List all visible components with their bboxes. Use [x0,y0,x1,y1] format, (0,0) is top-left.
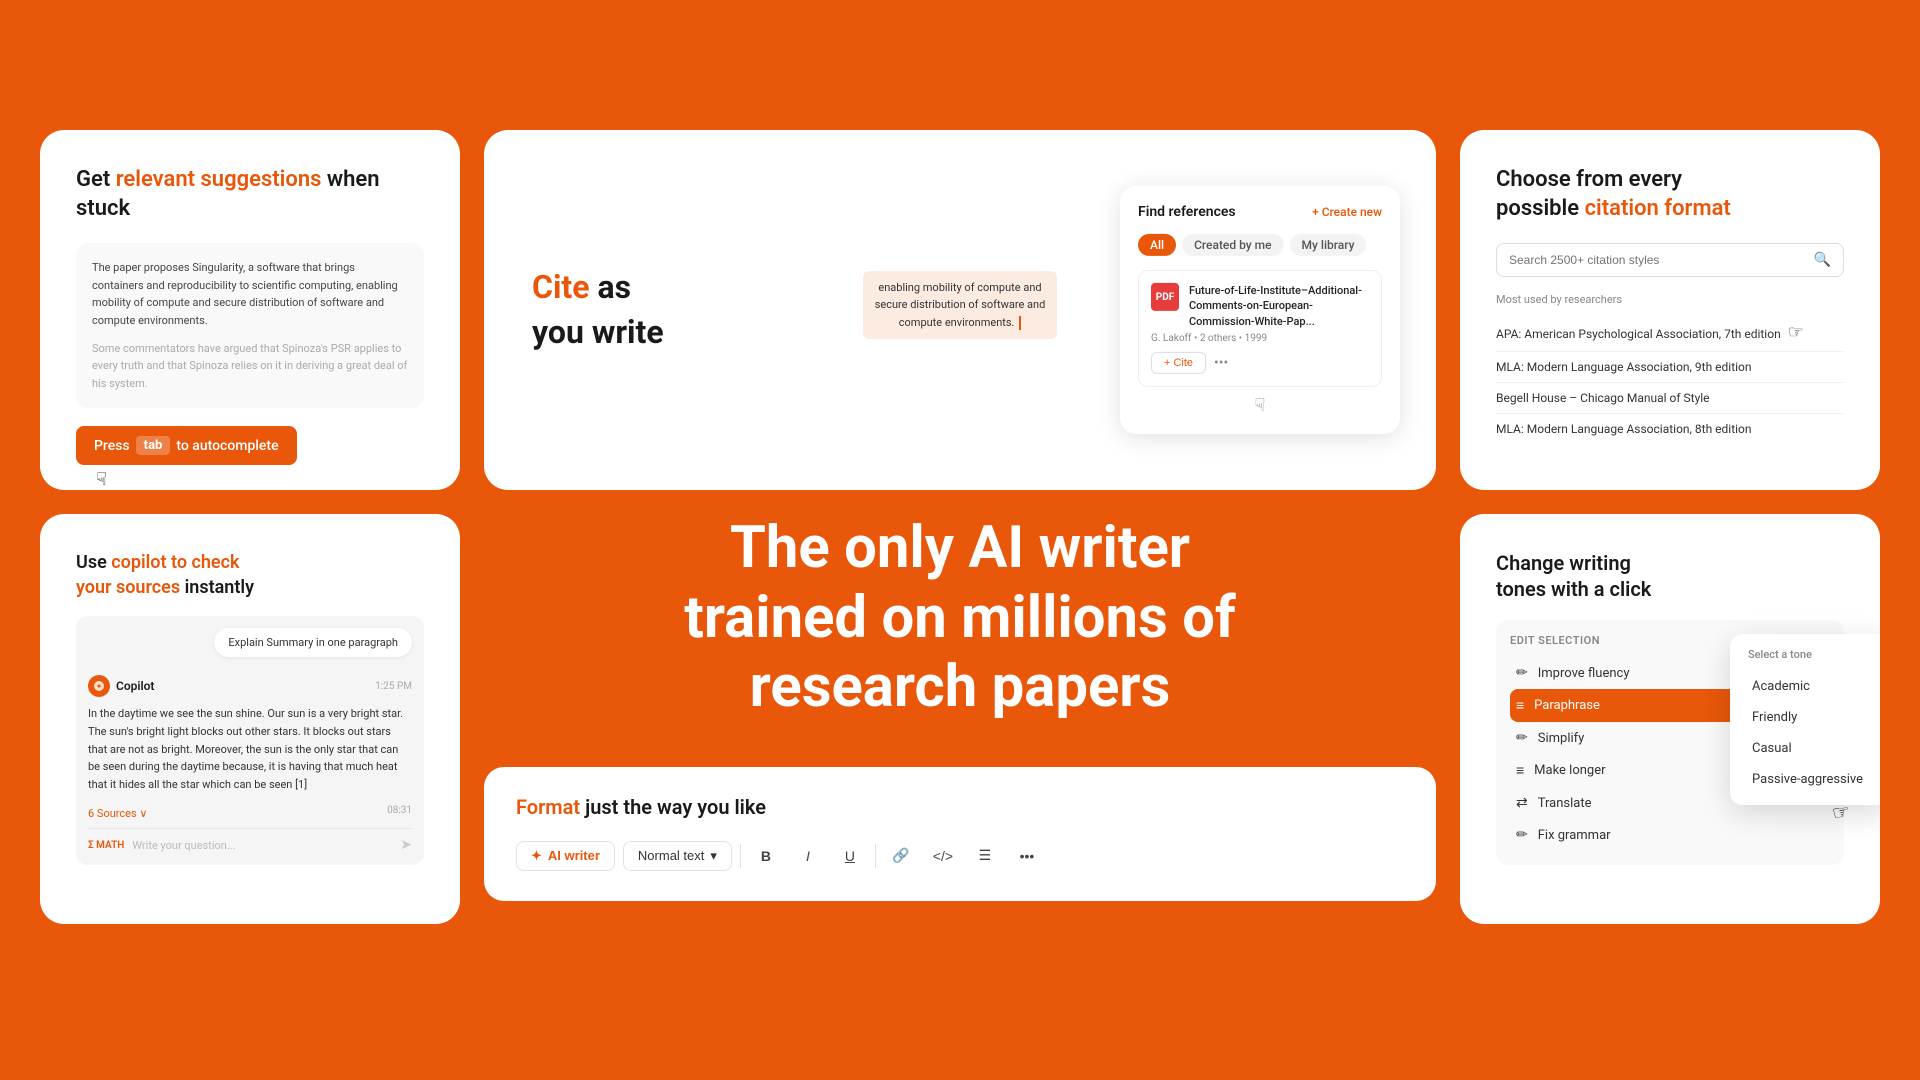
sources-tag[interactable]: 6 Sources ∨ [88,807,147,820]
card-suggestions-title: Get relevant suggestions when stuck [76,166,424,223]
tab-created-by-me[interactable]: Created by me [1182,234,1283,256]
tone-dropdown-title: Select a tone [1740,644,1880,665]
chat-placeholder: Write your question... [132,839,400,852]
chat-prompt: Explain Summary in one paragraph [214,628,412,657]
simplify-icon: ✏ [1516,730,1528,746]
underline-button[interactable]: U [833,839,867,873]
tab-my-library[interactable]: My library [1290,234,1367,256]
chat-input-area: Σ MATH Write your question... ➤ [88,828,412,853]
toolbar: ✦ AI writer Normal text ▾ B I U 🔗 </> ☰ … [516,839,1404,873]
drag-cursor-icon: ☟ [1138,395,1382,416]
ai-writer-button[interactable]: ✦ AI writer [516,841,615,871]
sparkle-icon: ✦ [531,848,542,864]
card-writing-tones: Change writing tones with a click Edit s… [1460,514,1880,924]
code-button[interactable]: </> [926,839,960,873]
citation-item-2[interactable]: Begell House – Chicago Manual of Style [1496,383,1844,414]
card-copilot: Use copilot to check your sources instan… [40,514,460,924]
citation-search-bar[interactable]: 🔍 [1496,243,1844,277]
cursor-icon: ☟ [96,469,424,490]
improve-icon: ✏ [1516,665,1528,681]
fix-grammar-icon: ✏ [1516,827,1528,843]
citation-title: Choose from every possible citation form… [1496,166,1844,223]
search-icon: 🔍 [1814,252,1831,268]
main-grid: Get relevant suggestions when stuck The … [40,130,1880,950]
tone-dropdown: Select a tone Academic Friendly Casual P… [1730,634,1880,805]
citation-item-1[interactable]: MLA: Modern Language Association, 9th ed… [1496,352,1844,383]
list-button[interactable]: ☰ [968,839,1002,873]
card-suggestions: Get relevant suggestions when stuck The … [40,130,460,490]
highlighted-excerpt: enabling mobility of compute and secure … [863,271,1058,340]
citation-item-0[interactable]: APA: American Psychological Association,… [1496,314,1844,352]
more-button[interactable]: ••• [1010,839,1044,873]
tone-friendly[interactable]: Friendly [1740,702,1880,733]
reference-item: PDF Future-of-Life-Institute–Additional-… [1138,270,1382,387]
chat-container: Explain Summary in one paragraph Copilot… [76,616,424,865]
ref-pdf-icon: PDF [1151,283,1179,311]
citation-search-input[interactable] [1509,253,1806,267]
copilot-logo: Copilot [88,675,154,697]
chevron-down-icon: ▾ [710,848,717,864]
tone-casual[interactable]: Casual [1740,733,1880,764]
cursor-pointer-icon: ☞ [1788,322,1804,343]
link-button[interactable]: 🔗 [884,839,918,873]
find-references-panel: Find references + Create new All Created… [1120,186,1400,434]
more-options[interactable]: ••• [1214,355,1228,371]
tab-all[interactable]: All [1138,234,1176,256]
format-card: Format just the way you like ✦ AI writer… [484,767,1436,901]
italic-button[interactable]: I [791,839,825,873]
citation-list: APA: American Psychological Association,… [1496,314,1844,444]
copilot-title: Use copilot to check your sources instan… [76,550,424,600]
edit-item-fix-grammar[interactable]: ✏ Fix grammar [1510,819,1830,851]
panel-tabs: All Created by me My library [1138,234,1382,256]
format-title: Format just the way you like [516,795,1404,819]
hero-heading: The only AI writer trained on millions o… [484,514,1436,723]
copilot-header: Copilot 1:25 PM [88,675,412,697]
translate-icon: ⇄ [1516,795,1528,811]
tone-academic[interactable]: Academic [1740,671,1880,702]
bold-button[interactable]: B [749,839,783,873]
cite-button[interactable]: + Cite [1151,352,1206,374]
tab-key: tab [136,436,171,455]
math-label[interactable]: Σ MATH [88,840,124,851]
card-citation-format: Choose from every possible citation form… [1460,130,1880,490]
tones-title: Change writing tones with a click [1496,550,1844,602]
citation-item-3[interactable]: MLA: Modern Language Association, 8th ed… [1496,414,1844,444]
most-used-label: Most used by researchers [1496,293,1844,306]
normal-text-button[interactable]: Normal text ▾ [623,841,732,871]
toolbar-divider-2 [875,844,876,868]
send-icon[interactable]: ➤ [400,837,412,853]
tone-passive-aggressive[interactable]: Passive-aggressive [1740,764,1880,795]
paraphrase-icon: ≡ [1516,697,1524,714]
center-col-bottom: The only AI writer trained on millions o… [484,514,1436,924]
toolbar-divider [740,844,741,868]
make-longer-icon: ≡ [1516,762,1524,779]
copilot-icon [88,675,110,697]
copilot-response: In the daytime we see the sun shine. Our… [88,705,412,793]
card-cite: enabling mobility of compute and secure … [484,130,1436,490]
cite-text: Cite as you write [532,265,664,355]
doc-preview: The paper proposes Singularity, a softwa… [76,243,424,408]
autocomplete-bar: Press tab to autocomplete [76,426,297,465]
